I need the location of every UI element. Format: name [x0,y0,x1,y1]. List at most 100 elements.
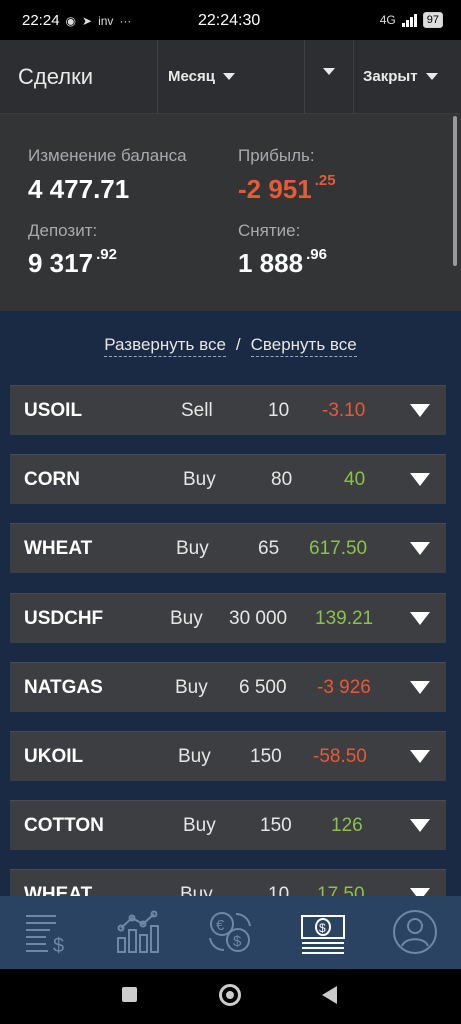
balance-change-value: 4 477.71 [28,174,130,204]
status-bar-right: 4G 97 [380,12,443,28]
network-type: 4G [379,13,396,27]
signal-icon [401,13,417,27]
expand-arrow-icon[interactable] [410,612,430,625]
profile-icon[interactable] [391,908,439,956]
trade-row[interactable]: UKOIL Buy 150 -58.50 [10,731,446,781]
trade-side: Sell [181,400,213,421]
trade-side: Buy [183,469,216,490]
trade-symbol: UKOIL [24,746,84,767]
telegram-icon: ➤ [82,13,93,28]
filter-dropdown[interactable] [323,68,335,75]
clock-left: 22:24 [22,12,60,29]
profit-label: Прибыль: [238,146,315,165]
trade-row[interactable]: WHEAT Buy 65 617.50 [10,523,446,573]
trade-profit: -3.10 [322,400,366,421]
trade-profit: 40 [344,469,366,490]
trade-side: Buy [183,815,216,836]
chevron-down-icon [222,73,235,80]
expand-arrow-icon[interactable] [410,819,430,832]
trade-symbol: COTTON [24,815,104,836]
system-nav-bar [0,969,461,1024]
chevron-down-icon [323,68,335,75]
battery-icon: 97 [422,12,443,28]
divider [157,40,158,114]
expand-arrow-icon[interactable] [410,473,430,486]
trade-symbol: NATGAS [24,677,103,698]
profit-frac: .25 [314,172,336,189]
svg-text:€: € [216,917,225,934]
expand-arrow-icon[interactable] [410,542,430,555]
trade-profit: 139.21 [315,608,374,629]
deposit-label: Депозит: [28,221,98,240]
bottom-nav: $ € $ $ [0,896,461,969]
divider [353,40,354,114]
trade-quantity: 6 500 [239,677,287,698]
separator: / [235,335,241,354]
withdrawal-frac: .96 [306,246,327,263]
svg-text:$: $ [319,921,326,935]
expand-arrow-icon[interactable] [410,404,430,417]
status-dropdown[interactable]: Закрыт [363,68,438,85]
trade-row[interactable]: NATGAS Buy 6 500 -3 926 [10,662,446,712]
trade-quantity: 150 [250,746,282,767]
trade-symbol: CORN [24,469,80,490]
bar-chart-icon[interactable] [114,908,162,956]
back-icon[interactable] [322,986,337,1004]
chevron-down-icon [425,73,438,80]
profit-int: -2 951 [238,174,312,204]
expand-arrow-icon[interactable] [410,681,430,694]
withdrawal-int: 1 888 [238,248,304,278]
trade-side: Buy [170,608,203,629]
recent-apps-icon[interactable] [122,987,137,1002]
clock-center: 22:24:30 [198,12,261,29]
status-bar-left: 22:24 ◉ ➤ inv ··· [22,12,131,29]
trade-side: Buy [178,746,211,767]
status-bar: 22:24 ◉ ➤ inv ··· 22:24:30 4G 97 [0,0,461,40]
expand-arrow-icon[interactable] [410,750,430,763]
deposit-int: 9 317 [28,248,94,278]
trade-symbol: USDCHF [24,608,104,629]
trade-side: Buy [175,677,208,698]
trade-symbol: USOIL [24,400,83,421]
deposit-value: 9 317.92 [28,246,117,279]
home-icon[interactable] [219,984,241,1006]
trade-quantity: 10 [268,400,290,421]
trade-row[interactable]: USOIL Sell 10 -3.10 [10,385,446,435]
period-dropdown[interactable]: Месяц [168,68,235,85]
trade-profit: 126 [331,815,363,836]
trade-row[interactable]: CORN Buy 80 40 [10,454,446,504]
scrollbar[interactable] [453,116,457,266]
more-icon: ··· [119,13,132,28]
divider [304,40,305,114]
trade-symbol: WHEAT [24,538,93,559]
invoice-dollar-icon[interactable]: $ [22,908,70,957]
account-summary: Изменение баланса 4 477.71 Прибыль: -2 9… [0,114,461,311]
trade-profit: -58.50 [313,746,367,767]
trade-quantity: 80 [271,469,293,490]
app-bar: Сделки Месяц Закрыт [0,40,461,114]
trade-quantity: 150 [260,815,292,836]
collapse-all-link[interactable]: Свернуть все [250,335,357,357]
period-label: Месяц [168,68,215,85]
svg-text:$: $ [53,935,64,956]
trade-profit: 617.50 [309,538,368,559]
currency-exchange-icon[interactable]: € $ [206,908,254,956]
trade-quantity: 65 [258,538,280,559]
withdrawal-value: 1 888.96 [238,246,327,279]
expand-collapse-bar: Развернуть все / Свернуть все [0,335,461,357]
expand-all-link[interactable]: Развернуть все [104,335,226,357]
cash-banknote-icon[interactable]: $ [299,908,347,956]
withdrawal-label: Снятие: [238,221,301,240]
svg-text:$: $ [233,933,242,950]
status-filter-label: Закрыт [363,68,418,85]
balance-change-label: Изменение баланса [28,146,187,165]
profit-value: -2 951.25 [238,172,336,205]
trade-side: Buy [176,538,209,559]
investing-icon: inv [98,13,114,28]
deposit-frac: .92 [96,246,117,263]
trade-row[interactable]: COTTON Buy 150 126 [10,800,446,850]
trade-row[interactable]: USDCHF Buy 30 000 139.21 [10,593,446,643]
page-title: Сделки [18,64,93,89]
whatsapp-icon: ◉ [65,13,77,28]
trade-profit: -3 926 [317,677,371,698]
